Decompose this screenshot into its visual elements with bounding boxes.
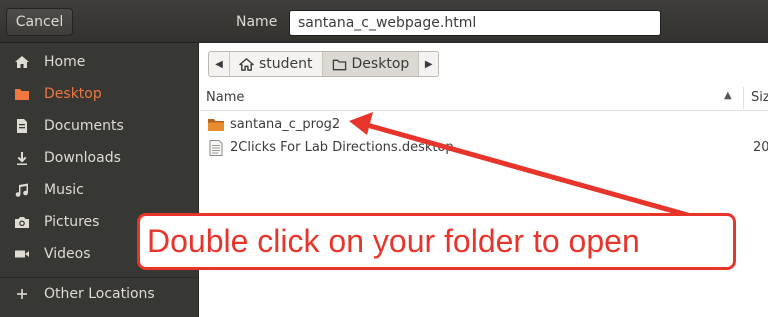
annotation-callout: Double click on your folder to open <box>137 213 736 270</box>
download-icon <box>0 150 44 166</box>
sidebar-item-label: Videos <box>44 246 91 262</box>
sort-ascending-icon: ▲ <box>724 90 732 101</box>
column-divider <box>743 87 744 109</box>
header-bar: Cancel Name <box>0 0 768 43</box>
home-icon <box>0 54 44 70</box>
filename-input[interactable] <box>289 10 661 36</box>
sidebar-item-label: Pictures <box>44 214 100 230</box>
text-file-icon <box>207 140 225 156</box>
folder-icon <box>332 59 346 70</box>
list-item-folder[interactable]: santana_c_prog2 <box>200 114 768 136</box>
document-icon <box>0 118 44 134</box>
camera-icon <box>0 214 44 230</box>
sidebar-item-label: Other Locations <box>44 286 155 302</box>
sidebar-item-label: Music <box>44 182 84 198</box>
home-icon <box>239 57 254 71</box>
annotation-text: Double click on your folder to open <box>147 223 640 259</box>
sidebar-item-label: Documents <box>44 118 124 134</box>
folder-icon <box>0 86 44 102</box>
path-segment-label: Desktop <box>351 56 410 72</box>
file-size: 20 <box>753 140 768 155</box>
file-browser: ◀ student Desktop ▶ Name ▲ Siz santana_c… <box>200 43 768 317</box>
path-segment-student[interactable]: student <box>229 52 322 76</box>
sidebar-item-desktop[interactable]: Desktop <box>0 79 198 109</box>
file-name: 2Clicks For Lab Directions.desktop <box>230 140 454 155</box>
sidebar: Home Desktop Documents Downloads Music P… <box>0 43 199 317</box>
sidebar-item-label: Home <box>44 54 86 70</box>
path-forward-arrow-icon[interactable]: ▶ <box>418 52 438 76</box>
column-size-header[interactable]: Siz <box>751 90 768 105</box>
path-segment-desktop[interactable]: Desktop <box>321 52 419 76</box>
name-label: Name <box>236 14 278 30</box>
plus-icon <box>0 286 44 302</box>
sidebar-item-music[interactable]: Music <box>0 175 198 205</box>
file-name: santana_c_prog2 <box>230 117 341 132</box>
column-name-header[interactable]: Name <box>206 90 244 105</box>
path-back-arrow-icon[interactable]: ◀ <box>209 52 229 76</box>
sidebar-item-downloads[interactable]: Downloads <box>0 143 198 173</box>
sidebar-item-label: Downloads <box>44 150 121 166</box>
sidebar-separator <box>0 277 198 278</box>
cancel-button[interactable]: Cancel <box>6 8 73 36</box>
sidebar-item-home[interactable]: Home <box>0 47 198 77</box>
path-segment-label: student <box>259 56 313 72</box>
sidebar-item-other-locations[interactable]: Other Locations <box>0 279 198 309</box>
path-bar: ◀ student Desktop ▶ <box>208 51 440 77</box>
music-icon <box>0 182 44 198</box>
sidebar-item-documents[interactable]: Documents <box>0 111 198 141</box>
list-item-file[interactable]: 2Clicks For Lab Directions.desktop 20 <box>200 137 768 159</box>
sidebar-item-label: Desktop <box>44 86 102 102</box>
video-icon <box>0 246 44 262</box>
column-header: Name ▲ Siz <box>200 85 768 111</box>
folder-icon <box>207 117 225 133</box>
